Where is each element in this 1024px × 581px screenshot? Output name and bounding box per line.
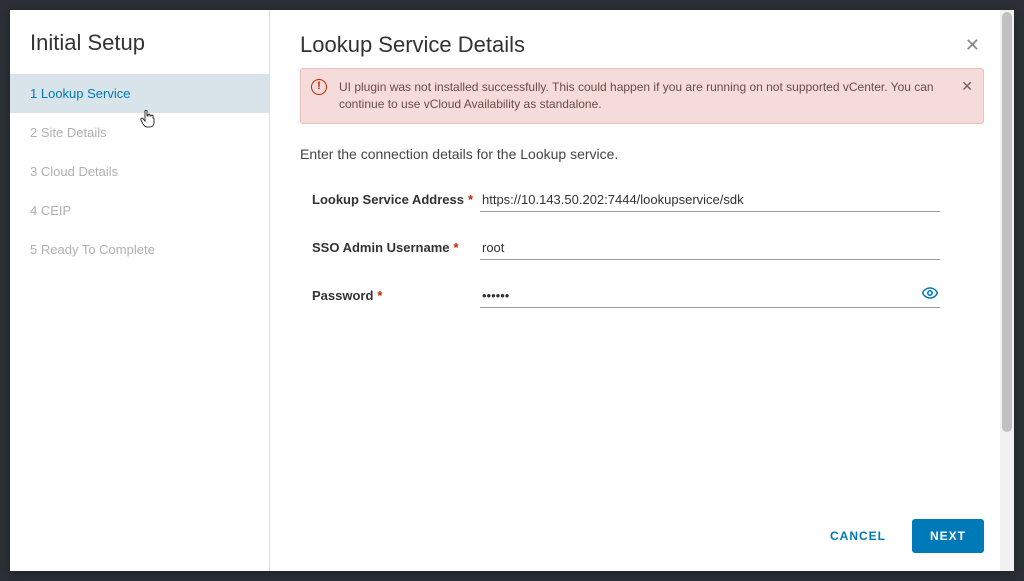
password-label-text: Password [312, 288, 373, 303]
required-mark: * [454, 240, 459, 255]
instruction-text: Enter the connection details for the Loo… [300, 146, 984, 162]
required-mark: * [377, 288, 382, 303]
error-alert: ! UI plugin was not installed successful… [300, 68, 984, 124]
step-cloud-details[interactable]: 3 Cloud Details [10, 152, 269, 191]
step-lookup-service[interactable]: 1 Lookup Service [10, 74, 269, 113]
step-number: 2 [30, 125, 37, 140]
lookup-service-address-input[interactable] [480, 188, 940, 212]
setup-wizard-modal: Initial Setup 1 Lookup Service 2 Site De… [10, 10, 1014, 571]
next-button[interactable]: Next [912, 519, 984, 553]
username-row: SSO Admin Username * [300, 236, 984, 260]
password-label: Password * [300, 288, 480, 303]
step-number: 1 [30, 86, 37, 101]
alert-text: UI plugin was not installed successfully… [339, 80, 934, 111]
alert-close-icon[interactable]: ✕ [961, 79, 973, 93]
main-header: Lookup Service Details ✕ [300, 32, 984, 58]
alert-error-icon: ! [311, 79, 327, 95]
close-icon[interactable]: ✕ [961, 32, 984, 58]
password-input-wrap [480, 284, 940, 308]
step-label: Ready To Complete [41, 242, 155, 257]
step-site-details[interactable]: 2 Site Details [10, 113, 269, 152]
scrollbar-track[interactable] [1000, 10, 1014, 571]
username-label-text: SSO Admin Username [312, 240, 450, 255]
step-label: Cloud Details [41, 164, 118, 179]
wizard-main: Lookup Service Details ✕ ! UI plugin was… [270, 10, 1014, 571]
step-number: 5 [30, 242, 37, 257]
username-label: SSO Admin Username * [300, 240, 480, 255]
scrollbar-thumb[interactable] [1002, 12, 1012, 432]
show-password-icon[interactable] [922, 286, 938, 300]
step-label: Lookup Service [41, 86, 131, 101]
lookup-form: Lookup Service Address * SSO Admin Userna… [300, 188, 984, 332]
username-input-wrap [480, 236, 940, 260]
wizard-steps: 1 Lookup Service 2 Site Details 3 Cloud … [10, 74, 269, 269]
step-label: Site Details [41, 125, 107, 140]
page-title: Lookup Service Details [300, 32, 525, 58]
wizard-footer: Cancel Next [300, 505, 984, 553]
step-ceip[interactable]: 4 CEIP [10, 191, 269, 230]
address-row: Lookup Service Address * [300, 188, 984, 212]
sidebar-title: Initial Setup [10, 30, 269, 74]
address-label: Lookup Service Address * [300, 192, 480, 207]
password-row: Password * [300, 284, 984, 308]
address-label-text: Lookup Service Address [312, 192, 464, 207]
step-ready-to-complete[interactable]: 5 Ready To Complete [10, 230, 269, 269]
wizard-sidebar: Initial Setup 1 Lookup Service 2 Site De… [10, 10, 270, 571]
address-input-wrap [480, 188, 940, 212]
step-label: CEIP [41, 203, 71, 218]
password-input[interactable] [480, 284, 940, 308]
cancel-button[interactable]: Cancel [820, 521, 896, 551]
required-mark: * [468, 192, 473, 207]
sso-admin-username-input[interactable] [480, 236, 940, 260]
step-number: 4 [30, 203, 37, 218]
step-number: 3 [30, 164, 37, 179]
